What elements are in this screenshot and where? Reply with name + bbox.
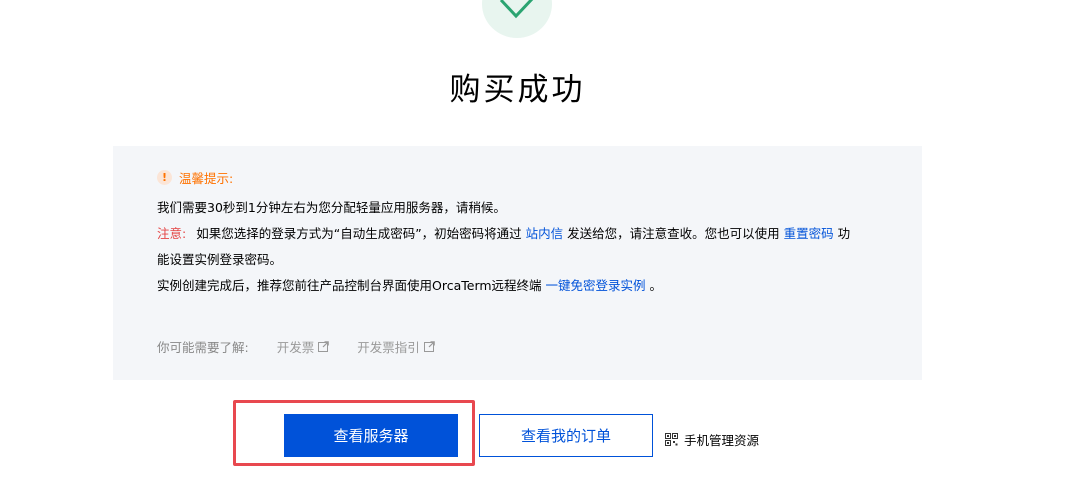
- learn-more-row: 你可能需要了解: 开发票 开发票指引: [157, 337, 435, 356]
- view-orders-button[interactable]: 查看我的订单: [479, 414, 653, 457]
- invoice-link[interactable]: 开发票: [277, 337, 330, 356]
- success-badge: [482, 0, 552, 38]
- notice-panel: ! 温馨提示: 我们需要30秒到1分钟左右为您分配轻量应用服务器，请稍候。 注意…: [113, 146, 922, 380]
- notice-text: 实例创建完成后，推荐您前往产品控制台界面使用OrcaTerm远程终端: [157, 278, 546, 293]
- notice-line-4: 实例创建完成后，推荐您前往产品控制台界面使用OrcaTerm远程终端 一键免密登…: [157, 276, 662, 296]
- external-link-icon: [318, 341, 330, 352]
- notice-line-1: 我们需要30秒到1分钟左右为您分配轻量应用服务器，请稍候。: [157, 200, 506, 215]
- passwordless-login-link[interactable]: 一键免密登录实例: [546, 278, 646, 293]
- external-link-icon: [423, 341, 435, 352]
- mobile-manage-label: 手机管理资源: [684, 433, 760, 448]
- tip-title: 温馨提示:: [179, 171, 234, 186]
- invoice-guide-label: 开发票指引: [357, 340, 420, 355]
- note-label: 注意:: [157, 226, 187, 241]
- learn-more-label: 你可能需要了解:: [157, 340, 249, 355]
- site-message-link[interactable]: 站内信: [526, 226, 564, 241]
- notice-text: 。: [645, 278, 663, 293]
- invoice-link-label: 开发票: [276, 340, 315, 355]
- notice-line-3: 能设置实例登录密码。: [157, 252, 283, 267]
- mobile-manage-link[interactable]: 手机管理资源: [665, 430, 759, 449]
- notice-line-2: 注意: 如果您选择的登录方式为“自动生成密码”，初始密码将通过 站内信 发送给您，…: [157, 224, 850, 244]
- exclamation-icon: !: [157, 170, 172, 185]
- invoice-guide-link[interactable]: 开发票指引: [357, 337, 435, 356]
- notice-text: 如果您选择的登录方式为“自动生成密码”，初始密码将通过: [196, 226, 526, 241]
- tip-header: ! 温馨提示:: [157, 168, 233, 187]
- notice-text: 功: [833, 226, 851, 241]
- reset-password-link[interactable]: 重置密码: [784, 226, 834, 241]
- notice-text: 发送给您，请注意查收。您也可以使用: [563, 226, 784, 241]
- page-title: 购买成功: [449, 72, 586, 108]
- checkmark-icon: [499, 0, 534, 19]
- view-server-button[interactable]: 查看服务器: [284, 414, 458, 457]
- qr-code-icon: [665, 433, 678, 446]
